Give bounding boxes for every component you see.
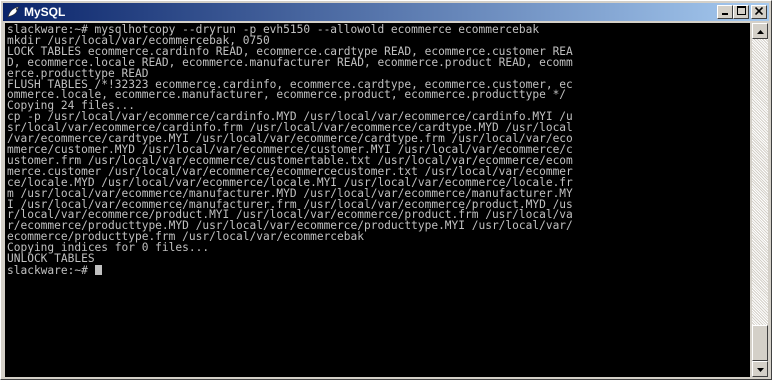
console-text: slackware:~# mysqlhotcopy --dryrun -p ev… <box>5 23 750 277</box>
scroll-thumb[interactable] <box>752 325 768 361</box>
maximize-button[interactable] <box>733 5 749 19</box>
scroll-up-button[interactable] <box>752 23 768 39</box>
window-controls <box>717 5 767 19</box>
text-cursor <box>94 264 102 275</box>
close-icon <box>754 6 764 18</box>
close-button[interactable] <box>751 5 767 19</box>
arrow-down-icon <box>756 365 764 374</box>
mysql-window: MySQL slackware:~# mysqlhotcopy --dryrun… <box>0 0 772 380</box>
vertical-scrollbar[interactable] <box>752 23 768 377</box>
minimize-icon <box>721 7 729 18</box>
minimize-button[interactable] <box>717 5 733 19</box>
command-prompt: slackware:~# <box>7 263 95 277</box>
terminal-output[interactable]: slackware:~# mysqlhotcopy --dryrun -p ev… <box>5 23 750 377</box>
mysql-icon <box>5 4 21 20</box>
title-bar[interactable]: MySQL <box>3 3 769 21</box>
console-lines: slackware:~# mysqlhotcopy --dryrun -p ev… <box>7 23 573 265</box>
scroll-down-button[interactable] <box>752 361 768 377</box>
window-title: MySQL <box>24 5 66 19</box>
arrow-up-icon <box>756 27 764 36</box>
maximize-icon <box>736 6 746 18</box>
